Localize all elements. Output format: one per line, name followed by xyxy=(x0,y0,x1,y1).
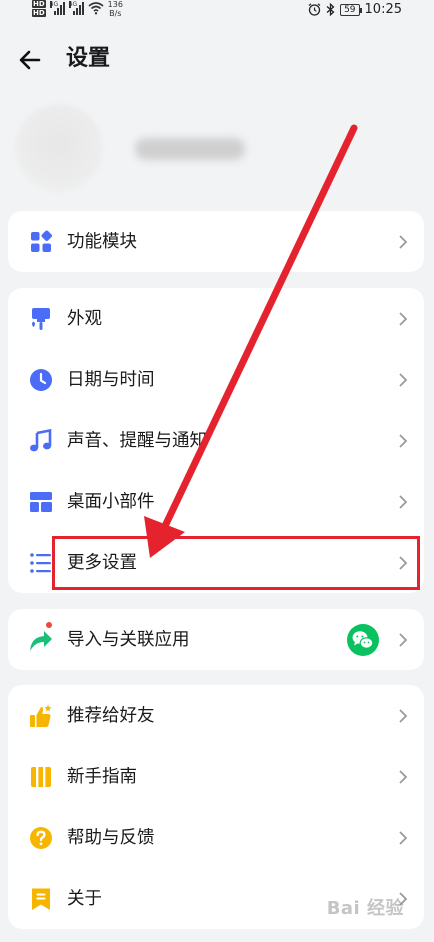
menu-item-label: 导入与关联应用 xyxy=(67,629,190,650)
status-bar: HD HD 4G 4G 136 B/s 59 10:25 xyxy=(0,0,434,22)
thumbs-up-icon xyxy=(30,704,52,727)
menu-item-label: 功能模块 xyxy=(67,231,137,252)
menu-item-recommend-friends[interactable]: 推荐给好友 xyxy=(8,685,424,746)
watermark-text: Bai 经验 xyxy=(326,898,404,919)
hd-badge: HD xyxy=(32,9,46,17)
chevron-right-icon xyxy=(399,433,408,448)
menu-item-label: 声音、提醒与通知 xyxy=(67,430,207,451)
signal-strength-icon: 4G xyxy=(68,1,84,15)
paint-roller-icon xyxy=(32,307,50,330)
clock-icon xyxy=(30,368,52,391)
alarm-icon xyxy=(308,3,321,16)
grid-blocks-icon xyxy=(31,230,52,252)
menu-item-label: 日期与时间 xyxy=(67,369,155,390)
chevron-right-icon xyxy=(399,708,408,723)
network-speed: 136 B/s xyxy=(108,0,123,18)
help-icon xyxy=(30,826,52,849)
profile-section[interactable] xyxy=(0,100,434,200)
chevron-right-icon xyxy=(399,830,408,845)
wifi-icon xyxy=(88,2,104,15)
menu-item-help-feedback[interactable]: 帮助与反馈 xyxy=(8,807,424,868)
list-settings-icon xyxy=(30,552,51,573)
menu-item-label: 新手指南 xyxy=(67,766,137,787)
wechat-icon xyxy=(347,623,379,656)
hd-badge: HD xyxy=(32,0,46,8)
highlight-box xyxy=(52,536,420,590)
menu-item-date-time[interactable]: 日期与时间 xyxy=(8,349,424,410)
chevron-right-icon xyxy=(399,632,408,647)
menu-item-beginner-guide[interactable]: 新手指南 xyxy=(8,746,424,807)
widget-icon xyxy=(30,491,52,512)
clock-time: 10:25 xyxy=(364,2,402,17)
network-type: 4G xyxy=(49,1,59,8)
back-arrow-icon[interactable] xyxy=(16,46,44,74)
signal-strength-icon: 4G xyxy=(49,1,65,15)
hd-badges: HD HD xyxy=(32,0,46,17)
menu-item-label: 帮助与反馈 xyxy=(67,827,155,848)
top-bar: 设置 xyxy=(0,38,434,82)
chevron-right-icon xyxy=(399,769,408,784)
menu-item-label: 外观 xyxy=(67,308,102,329)
menu-item-import-apps[interactable]: 导入与关联应用 xyxy=(8,609,424,670)
notification-dot xyxy=(46,622,52,628)
speed-value: 136 xyxy=(107,0,123,9)
settings-group-import: 导入与关联应用 xyxy=(8,609,424,670)
battery-icon: 59 xyxy=(340,3,363,16)
speed-unit: B/s xyxy=(109,9,122,18)
network-type: 4G xyxy=(68,1,78,8)
status-left: HD HD 4G 4G 136 B/s xyxy=(32,0,123,22)
bluetooth-icon xyxy=(326,3,335,16)
menu-item-appearance[interactable]: 外观 xyxy=(8,288,424,349)
profile-name-blurred xyxy=(135,138,245,160)
chevron-right-icon xyxy=(399,494,408,509)
menu-item-desktop-widgets[interactable]: 桌面小部件 xyxy=(8,471,424,532)
share-arrow-icon xyxy=(30,630,52,651)
settings-group-features: 功能模块 xyxy=(8,211,424,272)
page-title: 设置 xyxy=(66,46,111,71)
menu-item-feature-modules[interactable]: 功能模块 xyxy=(8,211,424,272)
avatar[interactable] xyxy=(15,104,103,192)
music-note-icon xyxy=(30,428,52,451)
menu-item-label: 桌面小部件 xyxy=(67,491,155,512)
chevron-right-icon xyxy=(399,234,408,249)
chevron-right-icon xyxy=(399,372,408,387)
menu-item-sound-notify[interactable]: 声音、提醒与通知 xyxy=(8,410,424,471)
settings-group-support: 推荐给好友 新手指南 帮助与反馈 关于 xyxy=(8,685,424,929)
bookmark-icon xyxy=(32,888,50,910)
guide-book-icon xyxy=(31,766,51,787)
menu-item-label: 关于 xyxy=(67,888,102,909)
chevron-right-icon xyxy=(399,311,408,326)
menu-item-label: 推荐给好友 xyxy=(67,705,155,726)
status-right: 59 10:25 xyxy=(308,2,402,17)
